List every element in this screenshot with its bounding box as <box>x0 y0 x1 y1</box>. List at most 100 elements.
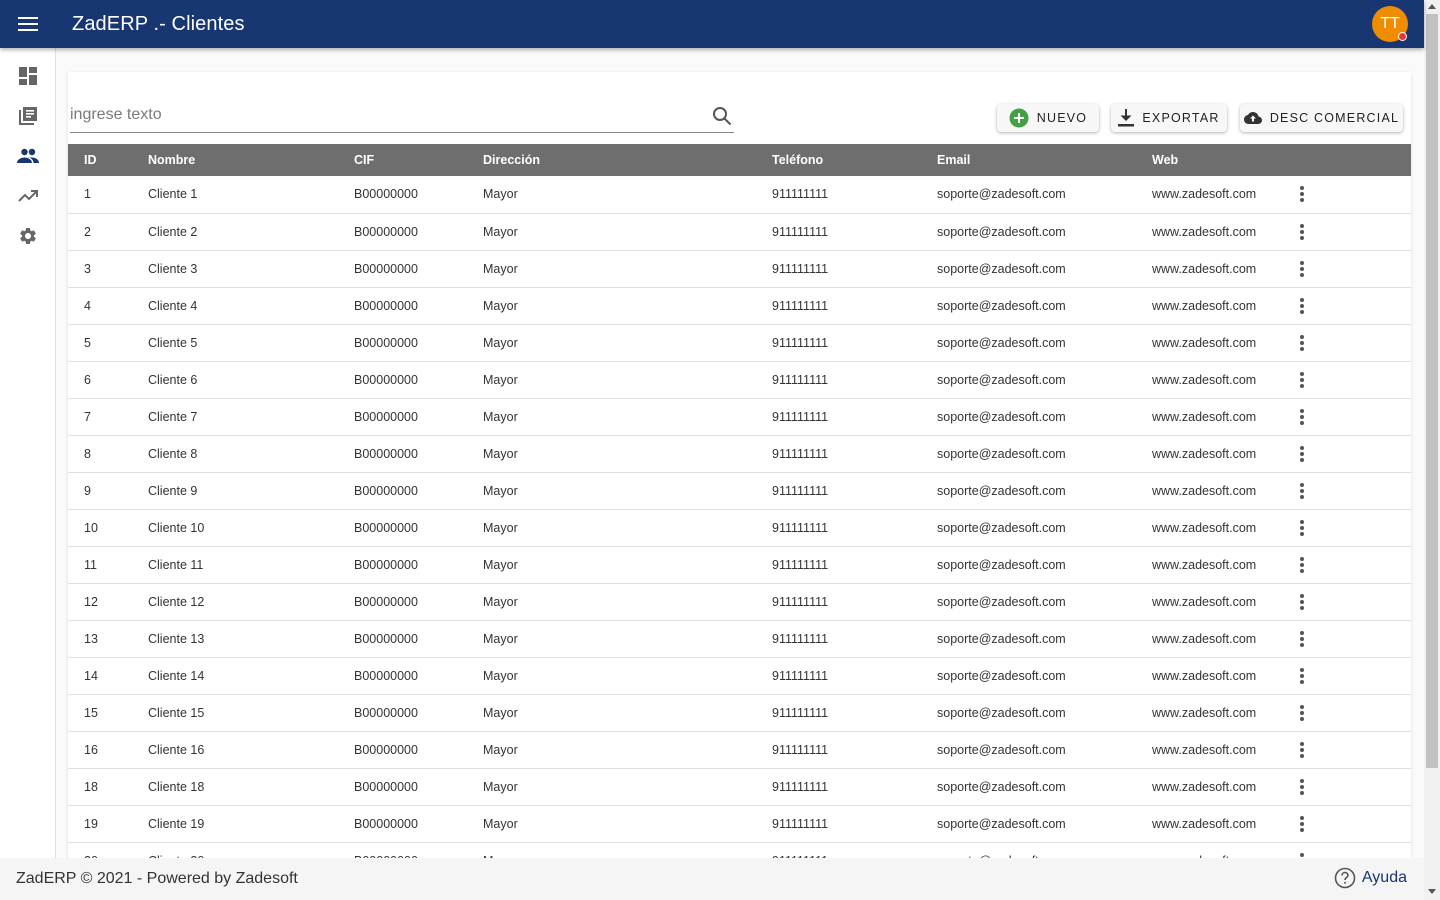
cell-web: www.zadesoft.com <box>1152 816 1257 831</box>
row-actions-cell <box>1286 324 1411 361</box>
cell-id: 16 <box>84 742 98 757</box>
help-link[interactable]: Ayuda <box>1334 867 1407 889</box>
cell-id: 11 <box>84 557 97 572</box>
table-row[interactable]: 13 Cliente 13 B00000000 Mayor 911111111 sopor… <box>68 620 1411 657</box>
table-row[interactable]: 2 Cliente 2 B00000000 Mayor 911111111 soporte… <box>68 213 1411 250</box>
cell-id: 8 <box>84 446 91 461</box>
avatar[interactable]: TT <box>1372 6 1408 42</box>
table-row[interactable]: 9 Cliente 9 B00000000 Mayor 911111111 soporte… <box>68 472 1411 509</box>
table-row[interactable]: 8 Cliente 8 B00000000 Mayor 911111111 soporte… <box>68 435 1411 472</box>
cell-web: www.zadesoft.com <box>1152 520 1257 535</box>
cell-telefono: 911111111 <box>772 668 829 683</box>
cell-web: www.zadesoft.com <box>1152 372 1257 387</box>
table-row[interactable]: 19 Cliente 19 B00000000 Mayor 911111111 sopor… <box>68 805 1411 842</box>
sidebar-item-catalog[interactable] <box>0 96 56 136</box>
more-vert-icon[interactable] <box>1290 331 1314 355</box>
cell-email: soporte@zadesoft.com <box>937 557 1066 572</box>
more-vert-icon[interactable] <box>1290 738 1314 762</box>
cell-email: soporte@zadesoft.com <box>937 742 1066 757</box>
library-books-icon <box>19 107 37 125</box>
more-vert-icon[interactable] <box>1290 775 1314 799</box>
commercial-discount-button[interactable]: DESC COMERCIAL <box>1240 104 1403 132</box>
search-input[interactable] <box>70 100 690 130</box>
table-row[interactable]: 15 Cliente 15 B00000000 Mayor 911111111 sopor… <box>68 694 1411 731</box>
more-vert-icon[interactable] <box>1290 479 1314 503</box>
search-icon[interactable] <box>712 106 732 131</box>
row-actions-cell <box>1286 176 1411 213</box>
cloud-upload-icon <box>1243 112 1262 124</box>
more-vert-icon[interactable] <box>1290 590 1314 614</box>
more-vert-icon[interactable] <box>1290 442 1314 466</box>
sidebar-item-clients[interactable] <box>0 136 56 176</box>
table-row[interactable]: 3 Cliente 3 B00000000 Mayor 911111111 soporte… <box>68 250 1411 287</box>
table-row[interactable]: 11 Cliente 11 B00000000 Mayor 911111111 sopor… <box>68 546 1411 583</box>
more-vert-icon[interactable] <box>1290 294 1314 318</box>
row-actions-cell <box>1286 546 1411 583</box>
more-vert-icon[interactable] <box>1290 405 1314 429</box>
cell-email: soporte@zadesoft.com <box>937 187 1066 202</box>
page-scrollbar[interactable] <box>1424 0 1440 900</box>
scroll-down-icon[interactable] <box>1428 889 1436 894</box>
sidebar-item-dashboard[interactable] <box>0 56 56 96</box>
more-vert-icon[interactable] <box>1290 220 1314 244</box>
column-header-web[interactable]: Web <box>1136 144 1286 176</box>
table-row[interactable]: 10 Cliente 10 B00000000 Mayor 911111111 sopor… <box>68 509 1411 546</box>
column-header-nombre[interactable]: Nombre <box>132 144 338 176</box>
table-row[interactable]: 12 Cliente 12 B00000000 Mayor 911111111 sopor… <box>68 583 1411 620</box>
table-row[interactable]: 16 Cliente 16 B00000000 Mayor 911111111 sopor… <box>68 731 1411 768</box>
cell-nombre: Cliente 9 <box>148 483 198 498</box>
column-header-id[interactable]: ID <box>68 144 132 176</box>
table-row[interactable]: 5 Cliente 5 B00000000 Mayor 911111111 soporte… <box>68 324 1411 361</box>
cell-direccion: Mayor <box>483 446 518 461</box>
more-vert-icon[interactable] <box>1290 257 1314 281</box>
notification-dot <box>1398 32 1407 41</box>
cell-email: soporte@zadesoft.com <box>937 409 1066 424</box>
export-button[interactable]: EXPORTAR <box>1111 104 1227 132</box>
column-header-telefono[interactable]: Teléfono <box>756 144 921 176</box>
column-header-direccion[interactable]: Dirección <box>467 144 756 176</box>
sidebar <box>0 48 56 858</box>
cell-nombre: Cliente 11 <box>148 557 204 572</box>
more-vert-icon[interactable] <box>1290 849 1314 859</box>
cell-web: www.zadesoft.com <box>1136 842 1286 859</box>
column-header-cif[interactable]: CIF <box>338 144 467 176</box>
table-row[interactable]: 14 Cliente 14 B00000000 Mayor 911111111 sopor… <box>68 657 1411 694</box>
cell-direccion: Mayor <box>483 705 518 720</box>
table-row[interactable]: 6 Cliente 6 B00000000 Mayor 911111111 soporte… <box>68 361 1411 398</box>
more-vert-icon[interactable] <box>1290 664 1314 688</box>
table-row[interactable]: 1 Cliente 1 B00000000 Mayor 911111111 soporte… <box>68 176 1411 213</box>
column-header-email[interactable]: Email <box>921 144 1136 176</box>
more-vert-icon[interactable] <box>1290 368 1314 392</box>
cell-nombre: Cliente 20 <box>132 842 338 859</box>
cell-email: soporte@zadesoft.com <box>937 261 1066 276</box>
cell-cif: B00000000 <box>354 520 418 535</box>
cell-direccion: Mayor <box>483 372 518 387</box>
more-vert-icon[interactable] <box>1290 182 1314 206</box>
commercial-discount-label: DESC COMERCIAL <box>1269 111 1400 125</box>
sidebar-item-settings[interactable] <box>0 216 56 256</box>
table-row[interactable]: 7 Cliente 7 B00000000 Mayor 911111111 soporte… <box>68 398 1411 435</box>
cell-web: www.zadesoft.com <box>1152 779 1257 794</box>
new-client-button[interactable]: NUEVO <box>997 104 1099 132</box>
cell-telefono: 911111111 <box>772 594 829 609</box>
more-vert-icon[interactable] <box>1290 627 1314 651</box>
table-row[interactable]: 20Cliente 20B00000000Mayor911111111sopor… <box>68 842 1411 858</box>
more-vert-icon[interactable] <box>1290 553 1314 577</box>
cell-web: www.zadesoft.com <box>1152 261 1257 276</box>
cell-id: 6 <box>84 372 91 387</box>
table-row[interactable]: 4 Cliente 4 B00000000 Mayor 911111111 soporte… <box>68 287 1411 324</box>
scroll-thumb[interactable] <box>1426 14 1438 768</box>
cell-email: soporte@zadesoft.com <box>937 594 1066 609</box>
cell-nombre: Cliente 18 <box>148 779 205 794</box>
menu-icon[interactable] <box>0 0 56 48</box>
cell-telefono: 911111111 <box>772 779 829 794</box>
cell-email: soporte@zadesoft.com <box>937 483 1066 498</box>
cell-nombre: Cliente 16 <box>148 742 205 757</box>
more-vert-icon[interactable] <box>1290 812 1314 836</box>
sidebar-item-stats[interactable] <box>0 176 56 216</box>
cell-telefono: 911111111 <box>772 261 829 276</box>
scroll-up-icon[interactable] <box>1428 4 1436 9</box>
more-vert-icon[interactable] <box>1290 516 1314 540</box>
more-vert-icon[interactable] <box>1290 701 1314 725</box>
table-row[interactable]: 18 Cliente 18 B00000000 Mayor 911111111 sopor… <box>68 768 1411 805</box>
